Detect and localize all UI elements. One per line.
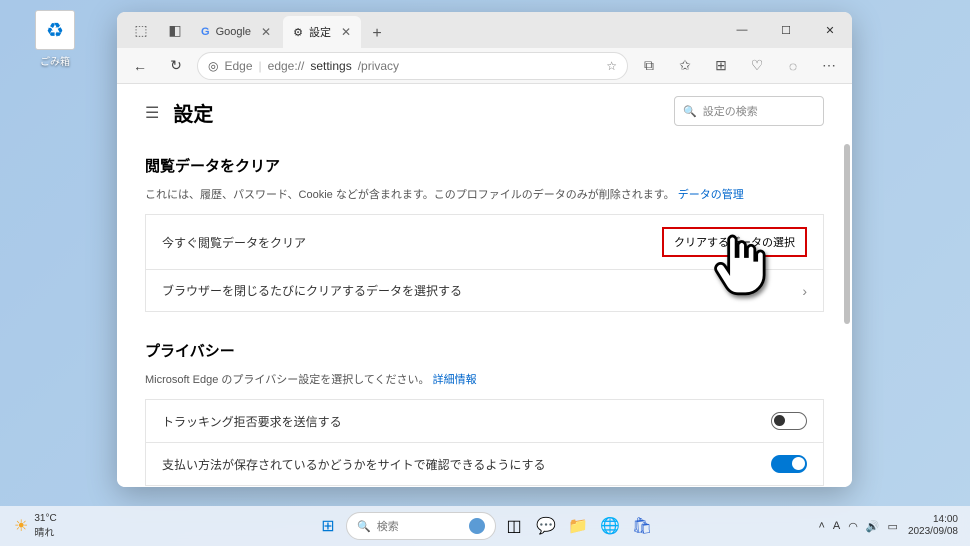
search-placeholder: 設定の検索 bbox=[703, 103, 758, 119]
privacy-details-link[interactable]: 詳細情報 bbox=[433, 374, 477, 386]
date: 2023/09/08 bbox=[908, 526, 958, 538]
search-icon: 🔍 bbox=[357, 520, 371, 533]
url-prefix: edge:// bbox=[268, 59, 305, 73]
menu-icon[interactable]: ☰ bbox=[145, 103, 159, 123]
back-button[interactable]: ← bbox=[125, 51, 155, 81]
volume-icon[interactable]: 🔊 bbox=[866, 520, 880, 533]
section-description: これには、履歴、パスワード、Cookie などが含まれます。このプロファイルのデ… bbox=[145, 186, 824, 202]
battery-icon[interactable]: ▭ bbox=[888, 520, 898, 533]
section-description: Microsoft Edge のプライバシー設定を選択してください。 詳細情報 bbox=[145, 371, 824, 387]
tab-settings[interactable]: ⚙ 設定 ✕ bbox=[283, 16, 361, 48]
address-bar[interactable]: ◎ Edge | edge://settings/privacy ☆ bbox=[197, 52, 628, 80]
settings-page: ☰ 設定 🔍 設定の検索 閲覧データをクリア これには、履歴、パスワード、Coo… bbox=[117, 84, 852, 487]
recycle-bin-icon: ♻ bbox=[35, 10, 75, 50]
edge-icon[interactable]: 🌐 bbox=[596, 512, 624, 540]
settings-search-input[interactable]: 🔍 設定の検索 bbox=[674, 96, 824, 126]
tab-label: 設定 bbox=[309, 24, 331, 40]
tab-google[interactable]: G Google ✕ bbox=[191, 16, 281, 48]
time: 14:00 bbox=[908, 514, 958, 526]
gear-icon: ⚙ bbox=[293, 26, 303, 39]
dnt-toggle[interactable] bbox=[771, 412, 807, 430]
url-bold: settings bbox=[310, 59, 351, 73]
section-heading: 閲覧データをクリア bbox=[145, 155, 824, 176]
weather-widget[interactable]: ☀ 31°C 晴れ bbox=[0, 513, 57, 539]
search-placeholder: 検索 bbox=[377, 518, 399, 534]
favorites-icon[interactable]: ✩ bbox=[670, 51, 700, 81]
new-tab-button[interactable]: + bbox=[363, 20, 391, 48]
wellness-icon[interactable]: ♡ bbox=[742, 51, 772, 81]
page-title: 設定 bbox=[173, 98, 213, 127]
profile-icon[interactable]: ◌ bbox=[778, 51, 808, 81]
recycle-bin[interactable]: ♻ ごみ箱 bbox=[30, 10, 80, 68]
edge-icon: ◎ bbox=[208, 59, 218, 73]
dnt-row: トラッキング拒否要求を送信する bbox=[145, 399, 824, 443]
close-icon[interactable]: ✕ bbox=[261, 25, 271, 39]
privacy-section: プライバシー Microsoft Edge のプライバシー設定を選択してください… bbox=[145, 340, 824, 486]
more-icon[interactable]: ⋯ bbox=[814, 51, 844, 81]
close-button[interactable]: ✕ bbox=[808, 12, 852, 48]
favorite-star-icon[interactable]: ☆ bbox=[606, 59, 617, 73]
weather-label: 晴れ bbox=[34, 524, 56, 539]
clock[interactable]: 14:00 2023/09/08 bbox=[908, 514, 958, 538]
task-view-icon[interactable]: ◫ bbox=[500, 512, 528, 540]
payment-check-row: 支払い方法が保存されているかどうかをサイトで確認できるようにする bbox=[145, 443, 824, 486]
recycle-bin-label: ごみ箱 bbox=[30, 53, 80, 68]
row-label: トラッキング拒否要求を送信する bbox=[162, 413, 342, 430]
chevron-up-icon[interactable]: ˄ bbox=[818, 520, 824, 532]
chat-icon[interactable]: 💬 bbox=[532, 512, 560, 540]
url-host: Edge bbox=[224, 59, 252, 73]
section-heading: プライバシー bbox=[145, 340, 824, 361]
row-label: 今すぐ閲覧データをクリア bbox=[162, 234, 306, 251]
workspace-icon[interactable]: ⬚ bbox=[125, 14, 157, 46]
ime-indicator[interactable]: A bbox=[833, 520, 840, 532]
tab-strip: G Google ✕ ⚙ 設定 ✕ + bbox=[191, 12, 720, 48]
google-favicon-icon: G bbox=[201, 26, 210, 38]
url-suffix: /privacy bbox=[358, 59, 399, 73]
clear-data-section: 閲覧データをクリア これには、履歴、パスワード、Cookie などが含まれます。… bbox=[145, 155, 824, 312]
titlebar: ⬚ ◧ G Google ✕ ⚙ 設定 ✕ + — ☐ ✕ bbox=[117, 12, 852, 48]
reader-icon[interactable]: ⧉ bbox=[634, 51, 664, 81]
minimize-button[interactable]: — bbox=[720, 12, 764, 48]
manage-data-link[interactable]: データの管理 bbox=[678, 189, 744, 201]
close-icon[interactable]: ✕ bbox=[341, 25, 351, 39]
tab-label: Google bbox=[216, 26, 251, 38]
clear-now-row: 今すぐ閲覧データをクリア クリアするデータの選択 bbox=[145, 214, 824, 270]
wifi-icon[interactable]: ◠ bbox=[848, 520, 858, 533]
bing-icon bbox=[469, 518, 485, 534]
explorer-icon[interactable]: 📁 bbox=[564, 512, 592, 540]
taskbar: ☀ 31°C 晴れ ⊞ 🔍 検索 ◫ 💬 📁 🌐 🛍 ˄ A ◠ 🔊 ▭ 14:… bbox=[0, 506, 970, 546]
refresh-button[interactable]: ↻ bbox=[161, 51, 191, 81]
row-label: 支払い方法が保存されているかどうかをサイトで確認できるようにする bbox=[162, 456, 546, 473]
chevron-right-icon: › bbox=[802, 283, 807, 299]
row-label: ブラウザーを閉じるたびにクリアするデータを選択する bbox=[162, 282, 462, 299]
scrollbar[interactable] bbox=[844, 144, 850, 324]
edge-browser-window: ⬚ ◧ G Google ✕ ⚙ 設定 ✕ + — ☐ ✕ ← ↻ ◎ bbox=[117, 12, 852, 487]
clear-on-close-row[interactable]: ブラウザーを閉じるたびにクリアするデータを選択する › bbox=[145, 270, 824, 312]
store-icon[interactable]: 🛍 bbox=[628, 512, 656, 540]
choose-data-button[interactable]: クリアするデータの選択 bbox=[662, 227, 807, 257]
taskbar-search[interactable]: 🔍 検索 bbox=[346, 512, 496, 540]
collections-icon[interactable]: ⊞ bbox=[706, 51, 736, 81]
search-icon: 🔍 bbox=[683, 105, 697, 118]
address-bar-row: ← ↻ ◎ Edge | edge://settings/privacy ☆ ⧉… bbox=[117, 48, 852, 84]
tab-actions-icon[interactable]: ◧ bbox=[159, 14, 191, 46]
sun-icon: ☀ bbox=[14, 516, 28, 536]
payment-toggle[interactable] bbox=[771, 455, 807, 473]
start-button[interactable]: ⊞ bbox=[314, 512, 342, 540]
temperature: 31°C bbox=[34, 513, 56, 524]
maximize-button[interactable]: ☐ bbox=[764, 12, 808, 48]
